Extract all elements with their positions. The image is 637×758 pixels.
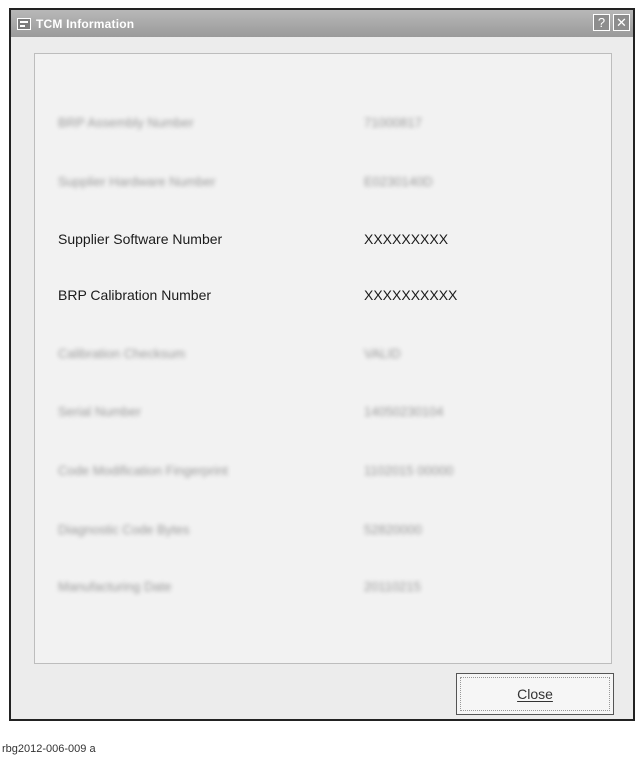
info-row: BRP Assembly Number 71000817 [35,115,611,135]
row-value: 20110215 [364,579,421,594]
tcm-information-dialog: TCM Information ? ✕ BRP Assembly Number … [9,8,635,721]
close-button[interactable]: Close [456,673,614,715]
row-label: Manufacturing Date [58,579,172,594]
row-label: Calibration Checksum [58,346,186,361]
row-label: Diagnostic Code Bytes [58,522,190,537]
row-label: BRP Calibration Number [58,287,212,303]
row-label: Code Modification Fingerprint [58,463,228,478]
help-button[interactable]: ? [593,14,610,31]
row-label: Serial Number [58,404,142,419]
row-value: VALID [364,346,401,361]
row-value: XXXXXXXXX [364,231,449,247]
row-value: XXXXXXXXXX [364,287,458,303]
row-label: BRP Assembly Number [58,115,194,130]
row-label: Supplier Hardware Number [58,174,216,189]
info-panel: BRP Assembly Number 71000817 Supplier Ha… [34,53,612,664]
close-icon[interactable]: ✕ [613,14,630,31]
info-row: Supplier Hardware Number E0230140D [35,174,611,194]
window-title: TCM Information [36,16,135,31]
app-icon [17,17,31,30]
info-row: Manufacturing Date 20110215 [35,579,611,599]
focus-ring [460,677,610,711]
row-label: Supplier Software Number [58,231,223,247]
info-row: Diagnostic Code Bytes 52820000 [35,522,611,542]
info-row: BRP Calibration Number XXXXXXXXXX [35,287,611,307]
title-bar[interactable]: TCM Information ? ✕ [11,10,633,37]
info-row: Supplier Software Number XXXXXXXXX [35,231,611,251]
row-value: 1102015 00000 [364,463,454,478]
info-row: Code Modification Fingerprint 1102015 00… [35,463,611,483]
row-value: 14050230104 [364,404,444,419]
row-value: 52820000 [364,522,422,537]
figure-caption: rbg2012-006-009 a [2,743,96,755]
row-value: E0230140D [364,174,433,189]
info-row: Calibration Checksum VALID [35,346,611,366]
row-value: 71000817 [364,115,422,130]
info-row: Serial Number 14050230104 [35,404,611,424]
